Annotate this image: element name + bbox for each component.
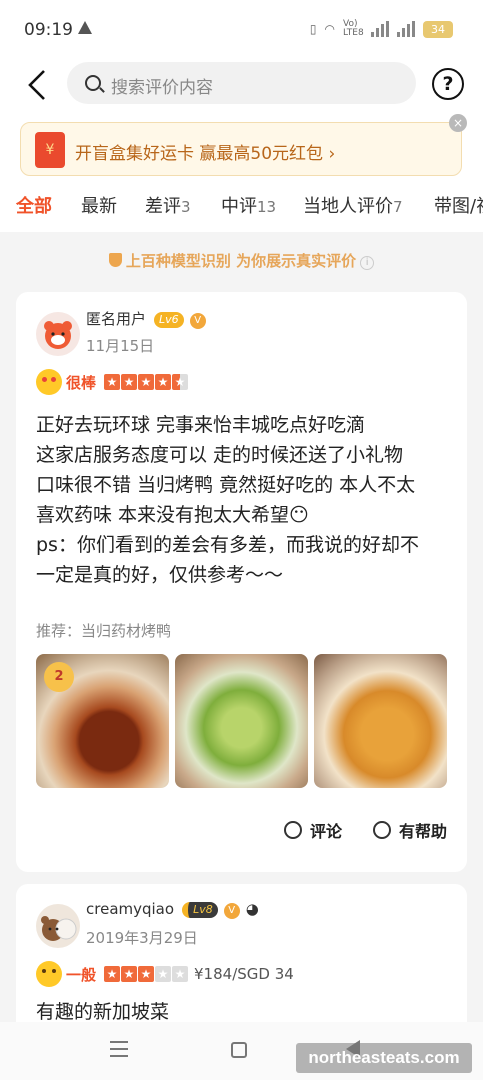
star-icon: ★ [121,966,138,982]
rating-row: 一般 ★ ★ ★ ★ ★ ¥184/SGD 34 [36,961,294,987]
menu-icon[interactable] [110,1041,128,1057]
signal-icon-2 [397,21,415,37]
review-photo-cereal-prawn[interactable] [314,654,447,788]
tab-latest[interactable]: 最新 [81,192,117,218]
comment-button[interactable]: 评论 [284,818,342,842]
status-indicators: ▯ ◠ Vo) LTE8 34 [310,20,453,38]
tab-with-photos[interactable]: 带图/视 [434,192,483,218]
review-date: 2019年3月29日 [86,929,198,947]
avatar[interactable] [36,312,80,356]
notice-text: 上百种模型识别 为你展示真实评价 [125,252,357,270]
level-badge: Lv8 [182,902,218,918]
shield-icon [108,253,122,267]
header: 搜索评价内容 ? [0,60,483,112]
rating-row: 很棒 ★ ★ ★ ★ ★ [36,369,189,395]
red-envelope-icon: ¥ [35,132,65,168]
bear-sticker-icon: ◕ [245,900,259,918]
rating-word: 很棒 [66,373,97,392]
tab-negative[interactable]: 差评3 [145,192,191,218]
battery-icon: 34 [423,20,453,38]
info-icon[interactable]: i [360,256,375,270]
promo-banner-text: 开盲盒集好运卡 赢最高50元红包 › [75,144,336,164]
search-placeholder: 搜索评价内容 [111,78,213,98]
review-line: 这家店服务态度可以 走的时候还送了小礼物 [36,444,404,466]
warning-icon [78,21,92,34]
review-text[interactable]: 有趣的新加坡菜 [36,997,169,1024]
half-star-icon: ★ [172,374,189,390]
table-number-sign: 2 [44,662,74,692]
review-card: 匿名用户 Lv6 V 11月15日 很棒 ★ ★ ★ ★ ★ 正好去玩环球 完事来怡… [16,292,467,872]
review-card: creamyqiao Lv8 V ◕ 2019年3月29日 一般 ★ ★ ★ ★ ★ … [16,884,467,1034]
tab-local[interactable]: 当地人评价7 [303,192,403,218]
signal-icon [371,21,389,37]
help-icon[interactable]: ? [432,68,464,100]
neutral-face-emoji-icon [36,961,62,987]
star-rating: ★ ★ ★ ★ ★ [104,966,189,982]
close-icon[interactable]: × [449,114,467,132]
red-panda-avatar-icon [44,321,72,349]
rating-word: 一般 [66,965,97,984]
status-time: 09:19 [24,20,73,40]
promo-banner-area: ¥ 开盲盒集好运卡 赢最高50元红包 › [0,112,483,184]
search-icon [85,75,101,91]
review-date: 11月15日 [86,337,155,355]
review-photos: 2 [36,654,448,788]
verified-icon: V [223,903,240,919]
star-icon: ★ [155,374,172,390]
wifi-icon: ◠ [324,22,335,36]
tab-all[interactable]: 全部 [16,192,52,218]
review-text[interactable]: 正好去玩环球 完事来怡丰城吃点好吃滴 这家店服务态度可以 走的时候还送了小礼物 … [36,410,452,590]
review-line: 正好去玩环球 完事来怡丰城吃点好吃滴 [36,414,366,436]
star-icon: ★ [104,374,121,390]
helpful-button[interactable]: 有帮助 [373,818,447,842]
heart-eyes-emoji-icon [36,369,62,395]
username[interactable]: creamyqiao Lv8 V ◕ [86,900,259,919]
review-line: 喜欢药味 本来没有抱太大希望😶 [36,504,309,526]
empty-star-icon: ★ [172,966,189,982]
watermark: northeasteats.com [296,1043,472,1073]
vibrate-icon: ▯ [309,22,317,36]
star-icon: ★ [104,966,121,982]
avatar[interactable] [36,904,80,948]
filter-tabs: 全部 最新 差评3 中评13 当地人评价7 带图/视 [0,184,483,232]
username[interactable]: 匿名用户 Lv6 V [86,308,206,329]
star-icon: ★ [138,966,155,982]
comment-icon [284,821,302,839]
review-line: 一定是真的好，仅供参考～～ [36,564,284,586]
back-arrow-icon[interactable] [24,68,54,102]
star-icon: ★ [138,374,155,390]
recommended-dish[interactable]: 推荐：当归药材烤鸭 [36,620,171,641]
network-label: Vo) LTE8 [343,19,364,38]
status-bar: 09:19 ▯ ◠ Vo) LTE8 34 [0,0,483,60]
level-badge: Lv6 [154,312,184,328]
review-photo-lettuce[interactable] [175,654,308,788]
review-line: ps：你们看到的差会有多差，而我说的好却不 [36,534,419,556]
search-input[interactable]: 搜索评价内容 [67,62,416,104]
tab-neutral[interactable]: 中评13 [221,192,276,218]
star-rating: ★ ★ ★ ★ ★ [104,374,189,390]
price-per-person: ¥184/SGD 34 [194,965,294,983]
review-photo-roast-duck[interactable]: 2 [36,654,169,788]
helpful-icon [373,821,391,839]
review-line: 口味很不错 当归烤鸭 竟然挺好吃的 本人不太 [36,474,416,496]
verified-icon: V [189,313,206,329]
promo-banner[interactable]: ¥ 开盲盒集好运卡 赢最高50元红包 › [20,122,462,176]
bear-avatar-icon [41,916,77,941]
empty-star-icon: ★ [155,966,172,982]
star-icon: ★ [121,374,138,390]
home-icon[interactable] [231,1042,247,1058]
authenticity-notice: 上百种模型识别 为你展示真实评价 i [0,250,483,271]
